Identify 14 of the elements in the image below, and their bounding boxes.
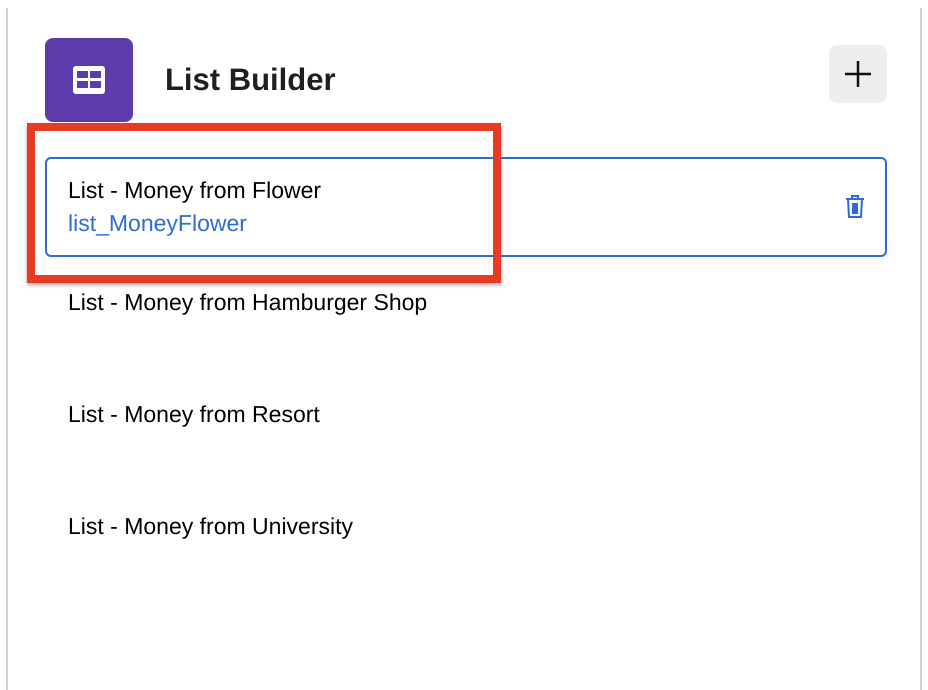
- plus-icon: [844, 60, 872, 88]
- list-item[interactable]: List - Money from Resort: [45, 381, 887, 481]
- item-title: List - Money from University: [68, 512, 354, 541]
- list-item[interactable]: List - Money from University: [45, 493, 887, 593]
- item-api-name: list_MoneyFlower: [68, 209, 248, 238]
- item-title: List - Money from Hamburger Shop: [68, 288, 428, 317]
- item-title: List - Money from Flower: [68, 176, 322, 205]
- list-item[interactable]: List - Money from Hamburger Shop: [45, 269, 887, 369]
- page-title: List Builder: [165, 60, 336, 99]
- add-button[interactable]: [829, 45, 887, 103]
- list-item[interactable]: List - Money from Flower list_MoneyFlower: [45, 157, 887, 257]
- table-icon: [73, 66, 105, 94]
- trash-icon[interactable]: [845, 195, 865, 219]
- item-title: List - Money from Resort: [68, 400, 321, 429]
